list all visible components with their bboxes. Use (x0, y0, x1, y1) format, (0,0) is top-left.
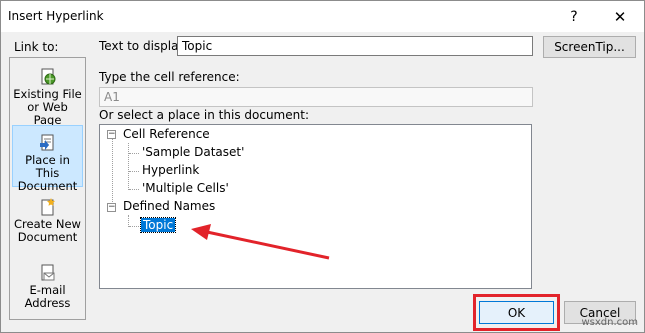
cell-reference-label: Type the cell reference: (99, 70, 240, 84)
insert-hyperlink-dialog: Insert Hyperlink ? ✕ Link to: Existing F… (0, 0, 645, 333)
tree-line (129, 153, 139, 154)
link-create-line1: Create New (14, 217, 81, 231)
tree-line (129, 189, 139, 190)
text-to-display-input[interactable]: Topic (177, 36, 533, 56)
tree-line (128, 143, 129, 190)
link-existing-line1: Existing File (13, 87, 82, 101)
collapse-icon[interactable]: − (107, 130, 116, 139)
tree-group-defined-names[interactable]: Defined Names (123, 199, 215, 213)
collapse-icon[interactable]: − (107, 203, 116, 212)
link-email-line1: E-mail (29, 283, 66, 297)
annotation-arrow (191, 224, 330, 260)
link-existing-line2: or Web Page (27, 100, 68, 127)
tree-item-hyperlink[interactable]: Hyperlink (142, 163, 199, 177)
tree-line (112, 139, 113, 210)
new-document-icon (41, 198, 55, 216)
link-existing-file[interactable]: Existing File or Web Page (12, 68, 83, 127)
link-place-in-document[interactable]: Place in This Document (12, 125, 83, 193)
tree-item-topic[interactable]: Topic (139, 217, 177, 233)
web-page-icon (41, 68, 55, 85)
link-to-label: Link to: (14, 40, 59, 54)
help-button[interactable]: ? (559, 1, 589, 32)
tree-item-sample-dataset[interactable]: 'Sample Dataset' (142, 145, 244, 159)
link-to-panel: Existing File or Web Page Place in This … (9, 57, 86, 320)
watermark: wsxdn.com (581, 317, 638, 328)
tree-line (129, 171, 139, 172)
title-bar: Insert Hyperlink ? ✕ (1, 1, 644, 32)
tree-group-cell-reference[interactable]: Cell Reference (123, 127, 210, 141)
link-create-new-document[interactable]: Create New Document (12, 198, 83, 248)
cell-reference-input[interactable]: A1 (99, 87, 533, 107)
link-place-line2: Document (17, 179, 78, 193)
text-to-display-label: Text to display: (99, 39, 189, 53)
close-button[interactable]: ✕ (605, 1, 635, 32)
dialog-title: Insert Hyperlink (8, 9, 104, 23)
tree-line (129, 226, 139, 227)
tree-item-multiple-cells[interactable]: 'Multiple Cells' (142, 181, 229, 195)
screentip-button[interactable]: ScreenTip... (543, 36, 636, 58)
email-icon (41, 264, 54, 281)
select-place-label: Or select a place in this document: (99, 108, 309, 122)
link-email-line2: Address (24, 296, 71, 310)
ok-button[interactable]: OK (479, 301, 554, 324)
link-create-line2: Document (17, 230, 78, 244)
link-place-line1: Place in This (25, 153, 70, 180)
document-place-icon (39, 134, 53, 151)
link-email-address[interactable]: E-mail Address (12, 264, 83, 314)
